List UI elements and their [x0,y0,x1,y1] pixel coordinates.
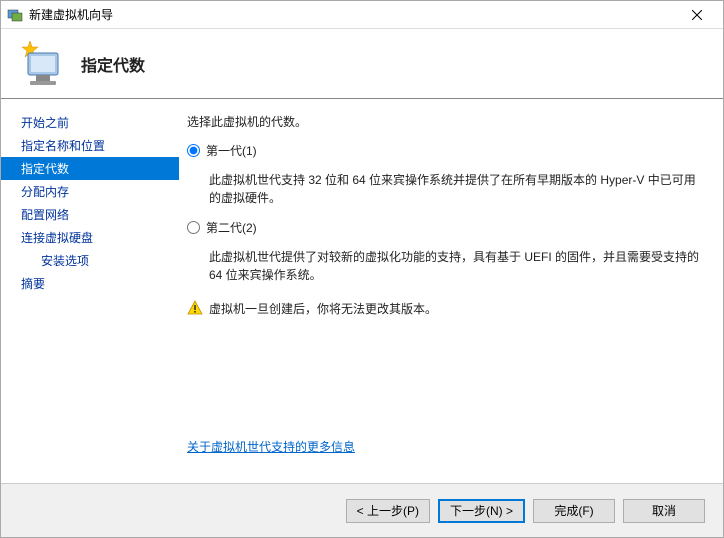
content-area: 开始之前 指定名称和位置 指定代数 分配内存 配置网络 连接虚拟硬盘 安装选项 … [1,99,723,483]
close-icon [692,10,702,20]
close-button[interactable] [677,1,717,29]
window-title: 新建虚拟机向导 [29,6,677,23]
next-button[interactable]: 下一步(N) > [438,499,525,523]
prompt-text: 选择此虚拟机的代数。 [187,113,705,130]
warning-row: 虚拟机一旦创建后，你将无法更改其版本。 [187,300,705,317]
link-row: 关于虚拟机世代支持的更多信息 [187,420,705,473]
wizard-footer: < 上一步(P) 下一步(N) > 完成(F) 取消 [1,483,723,537]
sidebar-item-summary[interactable]: 摘要 [1,272,179,295]
radio-gen2[interactable] [187,221,200,234]
option-gen2[interactable]: 第二代(2) [187,219,705,236]
wizard-steps-sidebar: 开始之前 指定名称和位置 指定代数 分配内存 配置网络 连接虚拟硬盘 安装选项 … [1,99,179,483]
cancel-button[interactable]: 取消 [623,499,705,523]
sidebar-item-before-begin[interactable]: 开始之前 [1,111,179,134]
wizard-icon [16,39,66,89]
sidebar-item-memory[interactable]: 分配内存 [1,180,179,203]
sidebar-item-network[interactable]: 配置网络 [1,203,179,226]
finish-button[interactable]: 完成(F) [533,499,615,523]
page-title: 指定代数 [81,52,145,76]
sidebar-item-generation[interactable]: 指定代数 [1,157,179,180]
warning-icon [187,300,203,316]
option-gen1[interactable]: 第一代(1) [187,142,705,159]
label-gen1: 第一代(1) [206,142,257,159]
more-info-link[interactable]: 关于虚拟机世代支持的更多信息 [187,440,355,454]
sidebar-item-name-location[interactable]: 指定名称和位置 [1,134,179,157]
main-panel: 选择此虚拟机的代数。 第一代(1) 此虚拟机世代支持 32 位和 64 位来宾操… [179,99,723,483]
titlebar: 新建虚拟机向导 [1,1,723,29]
desc-gen1: 此虚拟机世代支持 32 位和 64 位来宾操作系统并提供了在所有早期版本的 Hy… [209,171,705,207]
radio-gen1[interactable] [187,144,200,157]
label-gen2: 第二代(2) [206,219,257,236]
wizard-header: 指定代数 [1,29,723,99]
sidebar-item-install-options[interactable]: 安装选项 [1,249,179,272]
sidebar-item-vhd[interactable]: 连接虚拟硬盘 [1,226,179,249]
warning-text: 虚拟机一旦创建后，你将无法更改其版本。 [209,300,437,317]
desc-gen2: 此虚拟机世代提供了对较新的虚拟化功能的支持，具有基于 UEFI 的固件，并且需要… [209,248,705,284]
back-button[interactable]: < 上一步(P) [346,499,430,523]
app-icon [7,7,23,23]
